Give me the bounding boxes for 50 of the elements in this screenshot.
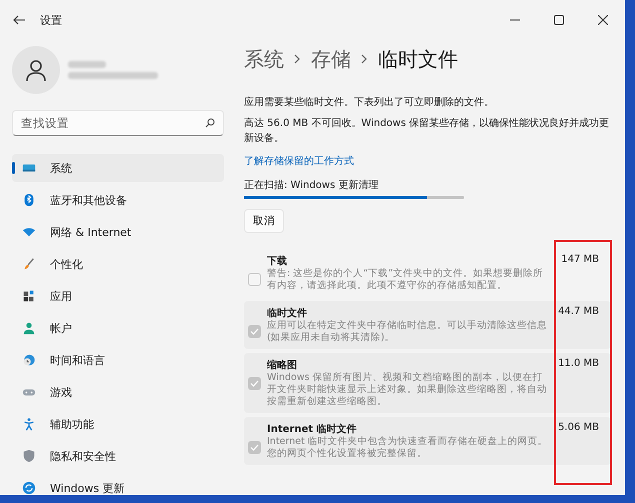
wifi-icon [22,225,36,239]
category-title: 缩略图 [267,358,297,372]
sidebar-item[interactable]: 应用 [12,282,224,310]
back-arrow-icon[interactable] [12,13,26,27]
learn-more-link[interactable]: 了解存储保留的工作方式 [244,154,611,168]
checkbox[interactable] [248,273,261,286]
sidebar-item[interactable]: 个性化 [12,250,224,278]
accessibility-icon [22,417,36,431]
category-description: Internet 临时文件夹中包含为快速查看而存储在硬盘上的网页。您的网页个性化设置将被完整保留。 [267,436,549,460]
sidebar-item[interactable]: 隐私和安全性 [12,442,224,470]
avatar[interactable] [12,46,60,94]
category-size: 5.06 MB [558,422,599,435]
apps-icon [22,289,36,303]
category-title: Internet 临时文件 [267,422,356,436]
brush-icon [22,257,36,271]
category-title: 临时文件 [267,306,307,320]
sidebar-item[interactable]: 蓝牙和其他设备 [12,186,224,214]
category-size: 44.7 MB [558,306,599,319]
breadcrumb-item[interactable]: 存储 [311,46,351,73]
sidebar-item[interactable]: 系统 [12,154,224,182]
search-field[interactable]: 查找设置 [12,110,224,136]
sidebar-item[interactable]: 游戏 [12,378,224,406]
maximize-icon[interactable] [554,15,564,25]
category-description: 警告: 这些是你的个人“下载”文件夹中的文件。如果想要删除所有内容，请选择此项。此项不遵守你的存储感知配置。 [267,268,544,292]
sidebar-item[interactable]: 时间和语言 [12,346,224,374]
checkbox[interactable] [248,325,261,338]
sidebar-item[interactable]: 辅助功能 [12,410,224,438]
sidebar-item[interactable]: 网络 & Internet [12,218,224,246]
intro-text: 应用需要某些临时文件。下表列出了可立即删除的文件。 [244,96,495,110]
category-size: 11.0 MB [558,358,599,371]
reserved-storage-text: 高达 56.0 MB 不可回收。Windows 保留某些存储，以确保性能状况良好并成功更新设备。 [244,116,610,146]
window-title: 设置 [40,12,62,28]
category-title: 下载 [267,254,287,268]
breadcrumb-item: 临时文件 [378,46,458,73]
category-description: Windows 保留所有图片、视频和文档缩略图的副本，以便在打开文件夹时能快速显示上述对象。如果删除这些缩略图，将自动按需重新创建这些缩略图。 [267,372,548,408]
breadcrumb-item[interactable]: 系统 [244,46,284,73]
close-icon[interactable] [598,15,608,25]
checkbox[interactable] [248,377,261,390]
scan-status: 正在扫描: Windows 更新清理 [244,178,380,193]
shield-icon [22,449,36,463]
checkbox[interactable] [248,441,261,454]
sidebar-item[interactable]: Windows 更新 [12,474,224,502]
category-size: 147 MB [561,254,599,267]
cancel-button[interactable]: 取消 [244,209,284,233]
bluetooth-icon [22,193,36,207]
person-icon [22,321,36,335]
globe-clock-icon [22,353,36,367]
search-icon[interactable] [205,118,215,128]
category-description: 应用可以在特定文件夹中存储临时信息。可以手动清除这些信息(如果应用未自动将其清除)。 [267,320,548,344]
sidebar-item[interactable]: 帐户 [12,314,224,342]
